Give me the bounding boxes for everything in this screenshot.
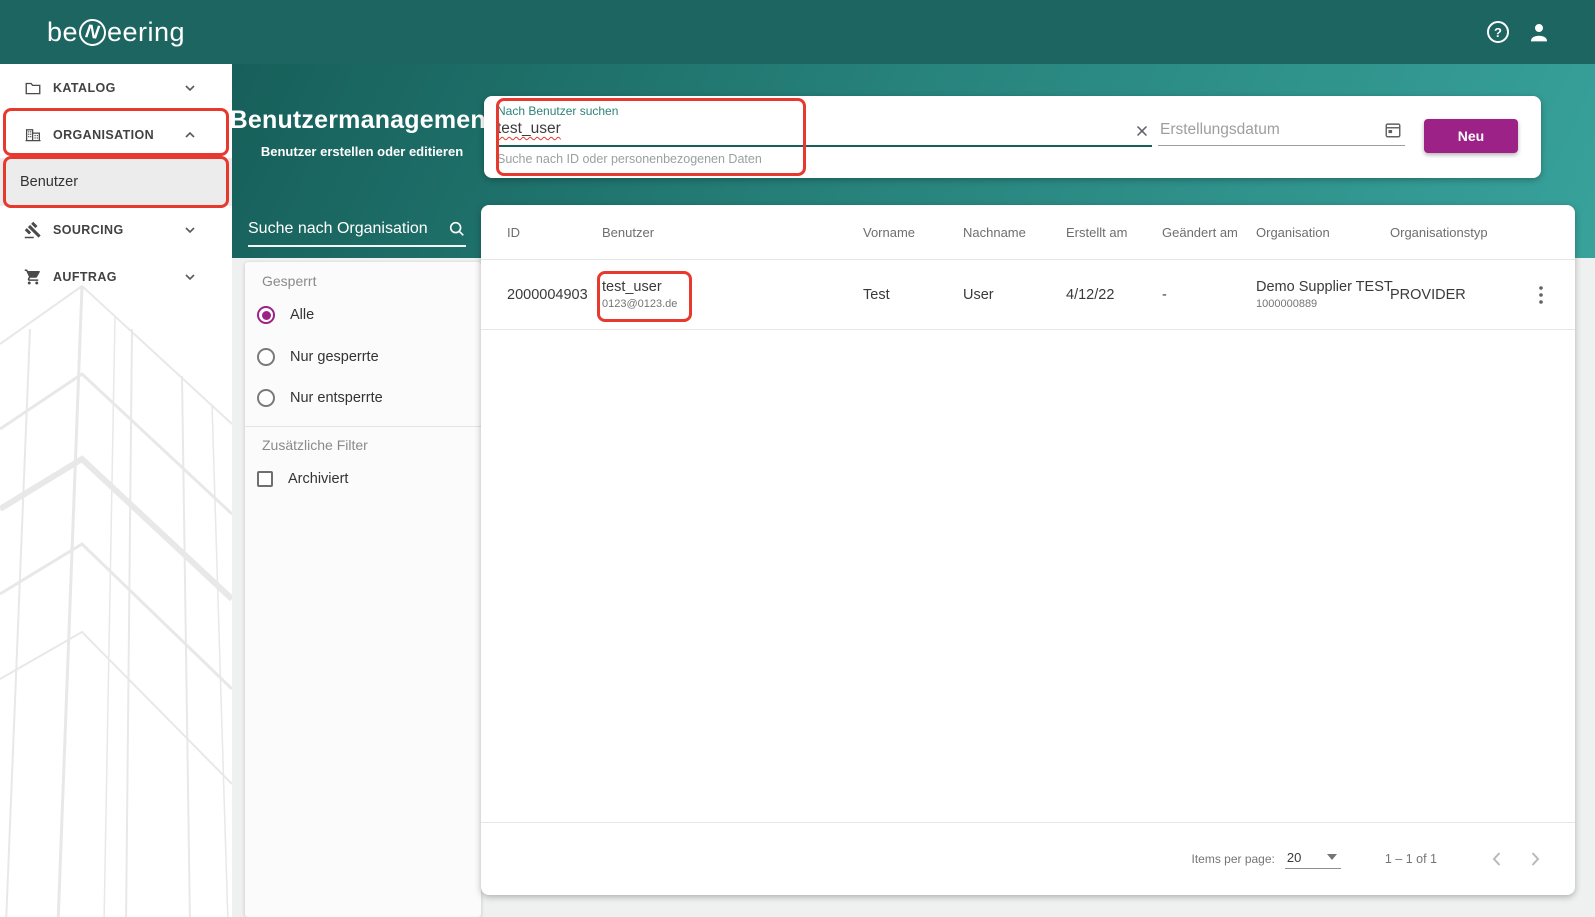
cell-vorname: Test xyxy=(863,287,963,303)
table-header-row: ID Benutzer Vorname Nachname Erstellt am… xyxy=(481,205,1575,260)
logo-n-icon: N xyxy=(77,17,107,47)
column-header-vorname: Vorname xyxy=(863,225,963,240)
next-page-icon[interactable] xyxy=(1523,847,1547,871)
sidebar-nav: KATALOG ORGANISATION xyxy=(0,64,232,917)
cell-organisationstyp: PROVIDER xyxy=(1390,287,1523,303)
new-user-button[interactable]: Neu xyxy=(1424,119,1518,153)
radio-label: Nur entsperrte xyxy=(290,390,383,406)
sidebar-item-label: SOURCING xyxy=(53,223,124,237)
cell-nachname: User xyxy=(963,287,1066,303)
chevron-up-icon xyxy=(182,127,198,143)
search-helper-text: Suche nach ID oder personenbezogenen Dat… xyxy=(497,152,762,166)
organisation-search-field[interactable]: Suche nach Organisation xyxy=(248,220,466,247)
column-header-organisation: Organisation xyxy=(1256,225,1390,240)
search-icon xyxy=(448,220,466,238)
checkbox-label: Archiviert xyxy=(288,471,348,487)
sidebar-item-katalog[interactable]: KATALOG xyxy=(0,64,232,111)
building-sketch-image xyxy=(0,224,232,917)
radio-option-nur-gesperrte[interactable]: Nur gesperrte xyxy=(257,348,379,366)
cell-organisation-name: Demo Supplier TEST xyxy=(1256,279,1390,295)
cell-id: 2000004903 xyxy=(507,287,602,303)
table-empty-space xyxy=(481,330,1575,822)
filter-divider xyxy=(245,426,481,427)
chevron-down-icon xyxy=(182,80,198,96)
cell-geaendert-am: - xyxy=(1162,287,1256,303)
row-menu-kebab-icon[interactable] xyxy=(1538,285,1544,305)
cell-organisation-id: 1000000889 xyxy=(1256,298,1390,310)
organisation-building-icon xyxy=(24,126,42,144)
sidebar-item-label: KATALOG xyxy=(53,81,116,95)
help-icon[interactable]: ? xyxy=(1487,21,1509,43)
sidebar-item-label: AUFTRAG xyxy=(53,270,117,284)
folder-icon xyxy=(24,79,42,97)
gavel-icon xyxy=(24,221,42,239)
user-search-input[interactable]: test_user xyxy=(497,120,561,138)
cell-benutzer: test_user 0123@0123.de xyxy=(602,279,863,310)
topbar-actions: ? xyxy=(1487,20,1595,44)
items-per-page-label: Items per page: xyxy=(1191,852,1274,866)
radio-option-alle[interactable]: Alle xyxy=(257,306,314,324)
app-root: beNeering ? xyxy=(0,0,1595,917)
user-search-card: Nach Benutzer suchen test_user Suche nac… xyxy=(484,96,1541,178)
sidebar-subitem-benutzer[interactable]: Benutzer xyxy=(0,158,232,206)
logo-text-prefix: be xyxy=(47,17,78,48)
checkbox-icon xyxy=(257,471,273,487)
sidebar-item-auftrag[interactable]: AUFTRAG xyxy=(0,253,232,300)
filter-section-gesperrt: Gesperrt xyxy=(262,273,316,289)
cell-organisation: Demo Supplier TEST 1000000889 xyxy=(1256,279,1390,310)
select-caret-icon xyxy=(1327,854,1337,860)
search-input-underline xyxy=(497,145,1152,147)
top-app-bar: beNeering ? xyxy=(0,0,1595,64)
page-title: Benutzermanagement xyxy=(230,106,495,135)
creation-date-input[interactable]: Erstellungsdatum xyxy=(1160,121,1280,139)
calendar-icon[interactable] xyxy=(1384,121,1402,139)
column-header-id: ID xyxy=(507,225,602,240)
radio-unselected-icon xyxy=(257,348,275,366)
paginator-range-label: 1 – 1 of 1 xyxy=(1385,852,1437,866)
clear-search-icon[interactable] xyxy=(1133,122,1151,140)
items-per-page-value: 20 xyxy=(1287,850,1301,865)
organisation-search-underline xyxy=(248,245,466,247)
radio-unselected-icon xyxy=(257,389,275,407)
radio-option-nur-entsperrte[interactable]: Nur entsperrte xyxy=(257,389,383,407)
sidebar-item-label: ORGANISATION xyxy=(53,128,154,142)
filter-section-zusaetzliche: Zusätzliche Filter xyxy=(262,437,368,453)
help-glyph: ? xyxy=(1494,25,1502,40)
page-subtitle: Benutzer erstellen oder editieren xyxy=(261,144,463,159)
column-header-geaendert-am: Geändert am xyxy=(1162,225,1256,240)
sidebar-subitem-label: Benutzer xyxy=(20,174,78,190)
search-field-label: Nach Benutzer suchen xyxy=(497,104,618,118)
cell-benutzer-email: 0123@0123.de xyxy=(602,298,863,310)
radio-selected-icon xyxy=(257,306,275,324)
column-header-nachname: Nachname xyxy=(963,225,1066,240)
column-header-erstellt-am: Erstellt am xyxy=(1066,225,1162,240)
cell-benutzer-name: test_user xyxy=(602,279,863,295)
radio-label: Nur gesperrte xyxy=(290,349,379,365)
filter-panel: Gesperrt Alle Nur gesperrte Nur entsperr… xyxy=(245,262,481,917)
radio-label: Alle xyxy=(290,307,314,323)
user-table-card: ID Benutzer Vorname Nachname Erstellt am… xyxy=(481,205,1575,895)
checkbox-archiviert[interactable]: Archiviert xyxy=(257,471,348,487)
beneering-logo: beNeering xyxy=(0,17,232,48)
cell-erstellt-am: 4/12/22 xyxy=(1066,287,1162,303)
column-header-organisationstyp: Organisationstyp xyxy=(1390,225,1523,240)
main-content: Benutzermanagement Benutzer erstellen od… xyxy=(232,64,1595,917)
date-input-underline xyxy=(1158,145,1405,146)
account-icon[interactable] xyxy=(1527,20,1551,44)
table-paginator: Items per page: 20 1 – 1 of 1 xyxy=(481,822,1575,895)
organisation-search-placeholder: Suche nach Organisation xyxy=(248,220,428,238)
chevron-down-icon xyxy=(182,222,198,238)
items-per-page-select[interactable]: 20 xyxy=(1285,850,1341,869)
sidebar-item-sourcing[interactable]: SOURCING xyxy=(0,206,232,253)
logo-text-suffix: eering xyxy=(107,17,185,48)
cart-icon xyxy=(24,268,42,286)
table-row[interactable]: 2000004903 test_user 0123@0123.de Test U… xyxy=(481,260,1575,330)
chevron-down-icon xyxy=(182,269,198,285)
page-title-block: Benutzermanagement Benutzer erstellen od… xyxy=(240,106,484,159)
previous-page-icon[interactable] xyxy=(1485,847,1509,871)
sidebar-item-organisation[interactable]: ORGANISATION xyxy=(0,111,232,158)
column-header-benutzer: Benutzer xyxy=(602,225,863,240)
